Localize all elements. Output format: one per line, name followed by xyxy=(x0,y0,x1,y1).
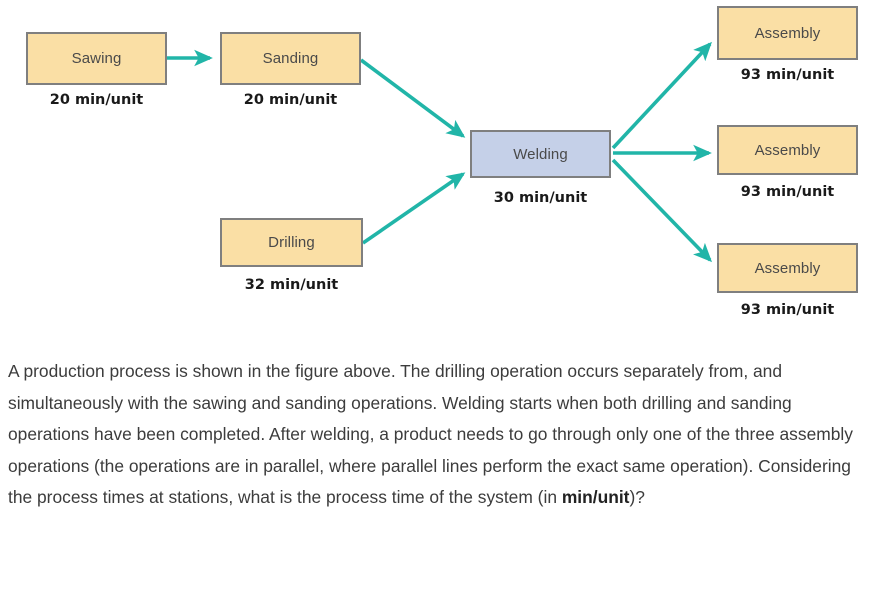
node-sanding: Sanding xyxy=(220,32,361,85)
edge-sanding-to-welding xyxy=(359,58,466,138)
edge-drilling-to-welding xyxy=(361,172,466,245)
node-sawing: Sawing xyxy=(26,32,167,85)
question-block: A production process is shown in the fig… xyxy=(8,356,877,514)
node-drilling-label: Drilling xyxy=(268,234,315,251)
time-label-sawing: 20 min/unit xyxy=(49,92,144,108)
time-label-welding: 30 min/unit xyxy=(493,190,588,206)
node-assembly-1-label: Assembly xyxy=(754,24,821,42)
node-assembly-1: Assembly xyxy=(717,6,858,60)
node-assembly-2-label: Assembly xyxy=(754,141,821,159)
node-assembly-3-label: Assembly xyxy=(754,259,821,277)
node-assembly-3: Assembly xyxy=(717,243,858,293)
node-drilling: Drilling xyxy=(220,218,363,267)
question-text: A production process is shown in the fig… xyxy=(8,361,853,507)
node-welding-label: Welding xyxy=(513,145,568,163)
node-sawing-label: Sawing xyxy=(71,50,122,67)
edge-welding-to-assembly-3 xyxy=(611,158,713,263)
time-label-drilling: 32 min/unit xyxy=(244,277,339,293)
time-label-assembly-2: 93 min/unit xyxy=(740,184,835,200)
node-sanding-label: Sanding xyxy=(262,50,319,67)
node-assembly-2: Assembly xyxy=(717,125,858,175)
time-label-sanding: 20 min/unit xyxy=(243,92,338,108)
node-welding: Welding xyxy=(470,130,611,178)
time-label-assembly-3: 93 min/unit xyxy=(740,302,835,318)
edge-welding-to-assembly-1 xyxy=(611,41,712,150)
time-label-assembly-1: 93 min/unit xyxy=(740,67,835,83)
process-flow-diagram: Sawing 20 min/unit Sanding 20 min/unit D… xyxy=(0,0,885,340)
